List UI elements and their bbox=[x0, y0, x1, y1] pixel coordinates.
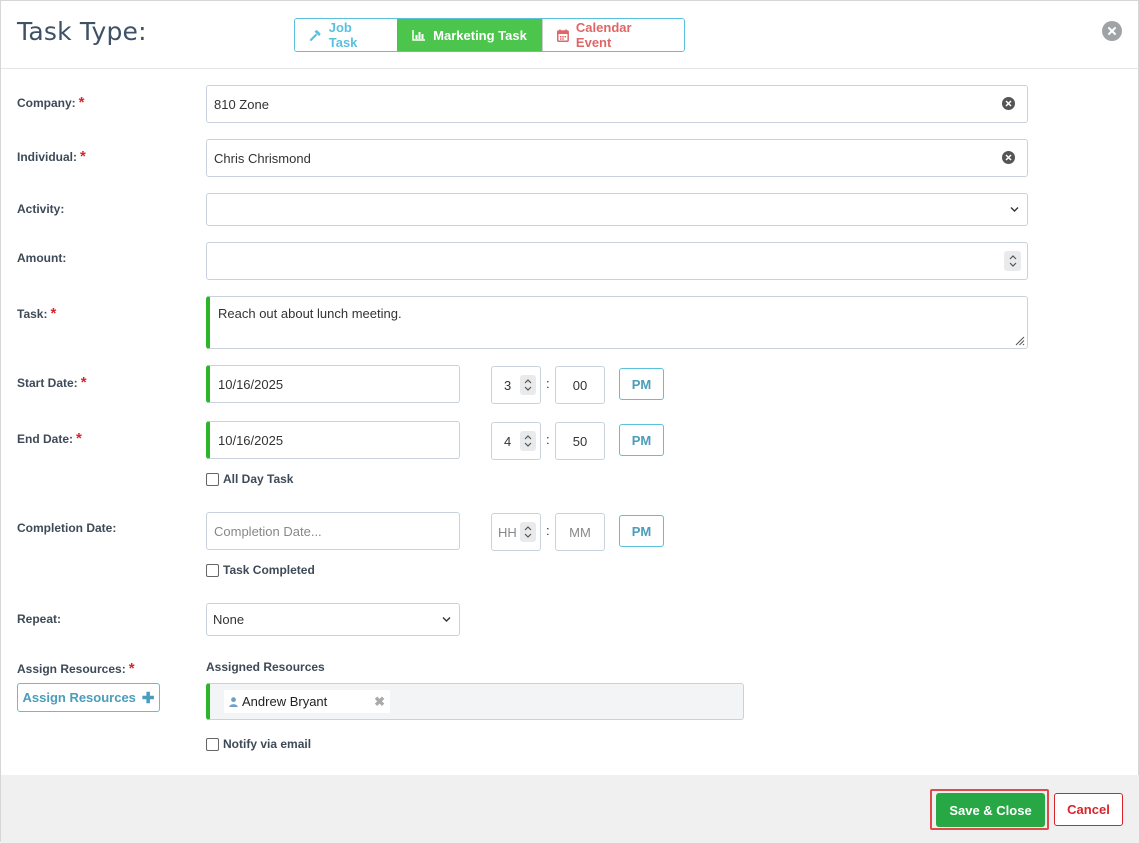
required-marker: * bbox=[76, 430, 82, 447]
time-separator: : bbox=[546, 376, 550, 391]
completion-ampm-button[interactable]: PM bbox=[619, 515, 664, 547]
end-date-label: End Date: * bbox=[17, 430, 82, 447]
assign-resources-button[interactable]: Assign Resources ✚ bbox=[17, 683, 160, 712]
remove-resource-icon[interactable]: ✖ bbox=[374, 694, 385, 710]
all-day-checkbox[interactable]: All Day Task bbox=[206, 472, 293, 486]
task-textarea[interactable]: Reach out about lunch meeting. bbox=[206, 296, 1028, 349]
completion-hour-input[interactable]: HH bbox=[491, 513, 541, 551]
required-marker: * bbox=[80, 148, 86, 165]
marketing-task-button[interactable]: Marketing Task bbox=[397, 19, 542, 51]
activity-select[interactable] bbox=[206, 193, 1028, 226]
modal-header: Task Type: Job Task Marketing Task Calen… bbox=[1, 1, 1139, 69]
plus-icon: ✚ bbox=[141, 689, 155, 707]
modal-title: Task Type: bbox=[17, 17, 147, 46]
completion-hour-placeholder: HH bbox=[498, 524, 517, 540]
completion-minute-placeholder: MM bbox=[569, 524, 591, 540]
completion-date-input[interactable]: Completion Date... bbox=[206, 512, 460, 550]
start-minute-value: 00 bbox=[572, 377, 588, 393]
job-task-button[interactable]: Job Task bbox=[295, 19, 397, 51]
end-minute-input[interactable]: 50 bbox=[555, 422, 605, 460]
repeat-select[interactable]: None bbox=[206, 603, 460, 636]
start-hour-input[interactable]: 3 bbox=[491, 366, 541, 404]
clear-individual-icon[interactable] bbox=[1002, 151, 1015, 164]
bar-chart-icon bbox=[412, 30, 426, 41]
task-type-toggle: Job Task Marketing Task Calendar Event bbox=[294, 18, 685, 52]
assign-resources-button-label: Assign Resources bbox=[22, 690, 136, 705]
notify-label: Notify via email bbox=[223, 737, 312, 751]
chevron-down-icon bbox=[442, 616, 451, 622]
time-separator: : bbox=[546, 432, 550, 447]
start-date-input[interactable]: 10/16/2025 bbox=[206, 365, 460, 403]
resource-chip: Andrew Bryant ✖ bbox=[224, 690, 390, 713]
required-marker: * bbox=[80, 374, 87, 391]
amount-label: Amount: bbox=[17, 251, 67, 265]
end-hour-stepper[interactable] bbox=[520, 431, 536, 451]
time-separator: : bbox=[546, 523, 550, 538]
job-task-label: Job Task bbox=[328, 20, 358, 50]
marketing-task-label: Marketing Task bbox=[433, 27, 527, 43]
resource-name: Andrew Bryant bbox=[242, 694, 328, 709]
individual-label: Individual: * bbox=[17, 148, 86, 165]
start-date-value: 10/16/2025 bbox=[218, 376, 284, 392]
notify-checkbox[interactable]: Notify via email bbox=[206, 737, 311, 751]
hammer-icon bbox=[309, 29, 321, 41]
end-date-value: 10/16/2025 bbox=[218, 432, 284, 448]
start-hour-stepper[interactable] bbox=[520, 375, 536, 395]
individual-value: Chris Chrismond bbox=[214, 150, 311, 166]
activity-label: Activity: bbox=[17, 202, 65, 216]
checkbox-box[interactable] bbox=[206, 472, 219, 486]
completion-hour-stepper[interactable] bbox=[520, 522, 536, 542]
resize-handle-icon[interactable] bbox=[1013, 334, 1025, 346]
company-value: 810 Zone bbox=[214, 96, 269, 112]
repeat-label: Repeat: bbox=[17, 612, 62, 626]
end-date-input[interactable]: 10/16/2025 bbox=[206, 421, 460, 459]
assign-resources-label: Assign Resources: * bbox=[17, 660, 135, 677]
task-modal: Task Type: Job Task Marketing Task Calen… bbox=[0, 0, 1139, 843]
individual-field[interactable]: Chris Chrismond bbox=[206, 139, 1028, 177]
required-marker: * bbox=[50, 305, 57, 322]
company-label: Company: * bbox=[17, 94, 85, 111]
checkbox-box[interactable] bbox=[206, 563, 219, 577]
task-value: Reach out about lunch meeting. bbox=[218, 306, 402, 321]
task-completed-label: Task Completed bbox=[223, 563, 315, 577]
task-label: Task: * bbox=[17, 305, 57, 322]
start-hour-value: 3 bbox=[504, 377, 512, 393]
assigned-resources-heading: Assigned Resources bbox=[206, 660, 325, 674]
calendar-icon bbox=[557, 29, 569, 42]
user-icon bbox=[229, 696, 238, 707]
repeat-value: None bbox=[213, 612, 245, 627]
required-marker: * bbox=[78, 94, 85, 111]
amount-input[interactable] bbox=[206, 242, 1028, 280]
end-ampm-button[interactable]: PM bbox=[619, 424, 664, 456]
company-field[interactable]: 810 Zone bbox=[206, 85, 1028, 123]
start-minute-input[interactable]: 00 bbox=[555, 366, 605, 404]
start-date-label: Start Date: * bbox=[17, 374, 87, 391]
assigned-resources-box[interactable]: Andrew Bryant ✖ bbox=[206, 683, 744, 720]
all-day-label: All Day Task bbox=[223, 472, 294, 486]
task-completed-checkbox[interactable]: Task Completed bbox=[206, 563, 315, 577]
end-minute-value: 50 bbox=[572, 433, 588, 449]
close-icon[interactable] bbox=[1102, 21, 1122, 41]
completion-date-label: Completion Date: bbox=[17, 521, 117, 535]
completion-date-placeholder: Completion Date... bbox=[214, 523, 322, 539]
completion-minute-input[interactable]: MM bbox=[555, 513, 605, 551]
calendar-event-label: Calendar Event bbox=[575, 20, 632, 50]
cancel-button[interactable]: Cancel bbox=[1054, 793, 1123, 826]
clear-company-icon[interactable] bbox=[1002, 97, 1015, 110]
checkbox-box[interactable] bbox=[206, 737, 219, 751]
amount-stepper[interactable] bbox=[1004, 251, 1021, 271]
start-ampm-button[interactable]: PM bbox=[619, 368, 664, 400]
end-hour-input[interactable]: 4 bbox=[491, 422, 541, 460]
save-close-button[interactable]: Save & Close bbox=[936, 793, 1045, 827]
required-marker: * bbox=[128, 660, 135, 677]
chevron-down-icon bbox=[1010, 206, 1019, 212]
calendar-event-button[interactable]: Calendar Event bbox=[542, 19, 684, 51]
end-hour-value: 4 bbox=[504, 433, 512, 449]
